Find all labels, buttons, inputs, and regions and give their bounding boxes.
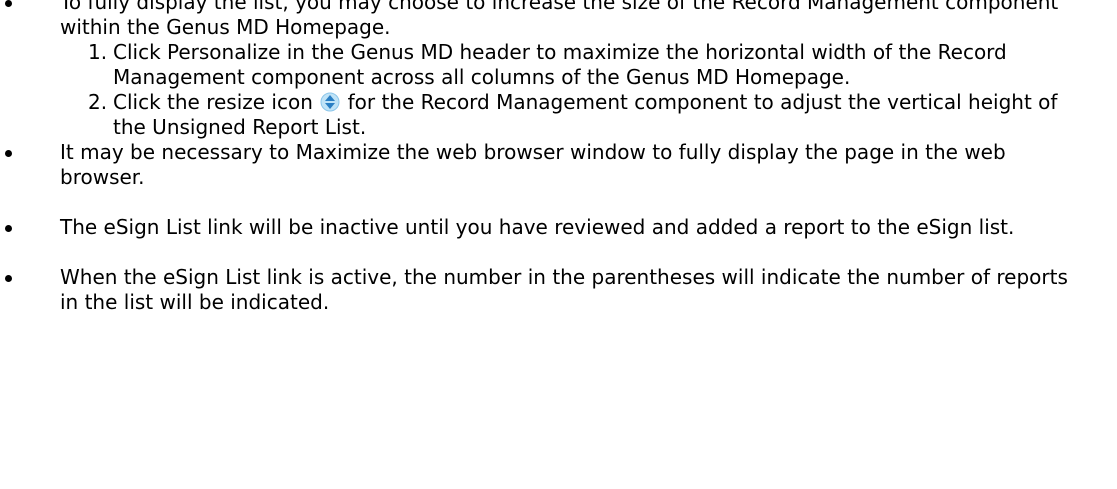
bullet-text: The eSign List link will be inactive unt… [60,215,1015,239]
bullet-dot [5,0,12,7]
step-item-resize: 2. Click the resize icon for the Record … [60,90,1077,140]
bullet-item-maximize-browser: It may be necessary to Maximize the web … [0,140,1117,190]
resize-up-down-icon [320,92,340,112]
bullet-dot [5,275,12,282]
bullet-item-esign-inactive: The eSign List link will be inactive unt… [0,215,1117,240]
step-text-before-icon: Click the resize icon [113,90,313,114]
bullet-text: When the eSign List link is active, the … [60,265,1068,314]
help-document: To fully display the list, you may choos… [0,0,1117,315]
bullet-dot [5,150,12,157]
step-number: 1. [88,40,108,64]
step-text: Click Personalize in the Genus MD header… [113,40,1007,89]
bullet-list: To fully display the list, you may choos… [0,0,1117,315]
bullet-text: It may be necessary to Maximize the web … [60,140,1006,189]
bullet-dot [5,225,12,232]
step-number: 2. [88,90,108,114]
bullet-item-esign-active: When the eSign List link is active, the … [0,265,1117,315]
bullet-item-resize-component: To fully display the list, you may choos… [0,0,1117,140]
step-item-personalize: 1. Click Personalize in the Genus MD hea… [60,40,1077,90]
bullet-text: To fully display the list, you may choos… [60,0,1059,39]
steps-list: 1. Click Personalize in the Genus MD hea… [60,40,1077,140]
